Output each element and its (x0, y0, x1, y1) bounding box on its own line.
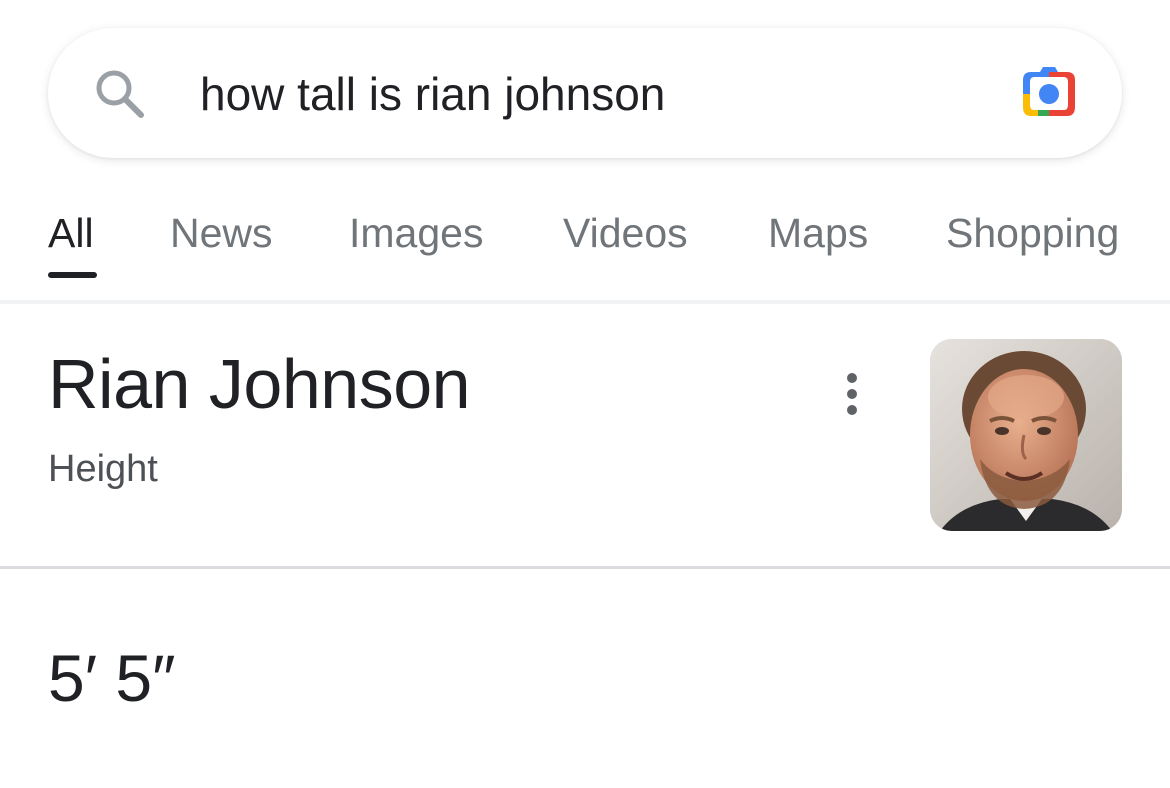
tab-shopping[interactable]: Shopping (946, 210, 1119, 257)
search-input[interactable] (200, 64, 980, 124)
search-results-page: All News Images Videos Maps Shopping Ria… (0, 0, 1170, 788)
card-divider (0, 566, 1170, 569)
portrait-image (930, 339, 1122, 531)
tabs-divider (0, 300, 1170, 304)
tab-images[interactable]: Images (349, 210, 483, 257)
search-tabs: All News Images Videos Maps Shopping (0, 190, 1170, 302)
search-bar[interactable] (48, 28, 1122, 158)
more-vert-icon[interactable] (830, 368, 874, 420)
search-icon[interactable] (92, 66, 148, 122)
tab-maps[interactable]: Maps (768, 210, 868, 257)
active-tab-indicator (48, 272, 97, 278)
height-answer: 5′ 5″ (48, 641, 176, 715)
tab-videos[interactable]: Videos (563, 210, 688, 257)
google-lens-camera-icon[interactable] (1018, 64, 1080, 122)
entity-subtitle: Height (48, 448, 158, 490)
entity-title[interactable]: Rian Johnson (48, 344, 471, 424)
tab-all[interactable]: All (48, 210, 94, 257)
tab-news[interactable]: News (170, 210, 273, 257)
entity-photo[interactable] (930, 339, 1122, 531)
